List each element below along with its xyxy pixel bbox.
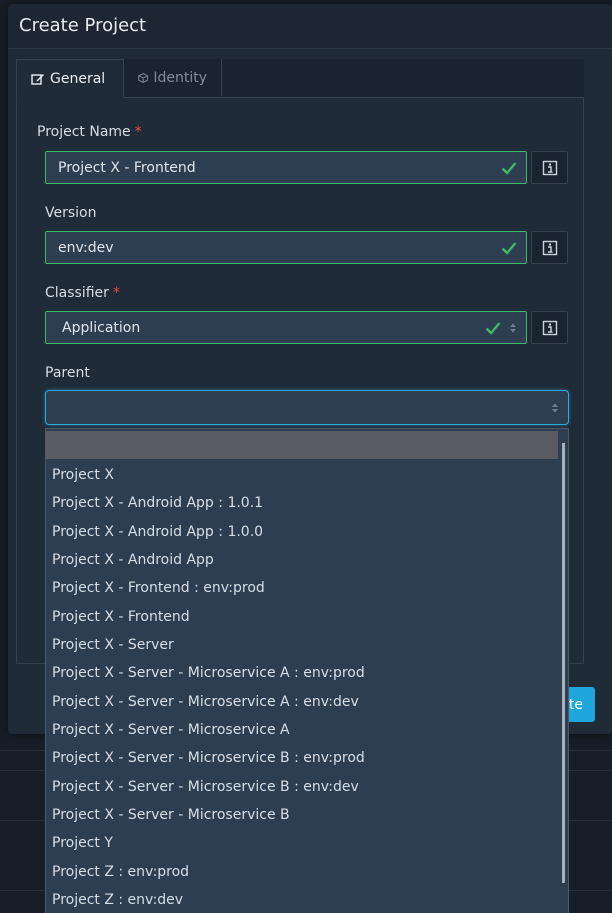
dropdown-option[interactable]: Project X - Frontend : env:prod (46, 574, 558, 602)
version-label: Version (45, 205, 96, 221)
info-icon (542, 160, 557, 175)
tab-general[interactable]: General (16, 59, 124, 98)
option-label: Project X - Server - Microservice B : en… (52, 779, 359, 795)
option-label: Project X - Server - Microservice B : en… (52, 750, 365, 766)
dropdown-option[interactable]: Project X - Server - Microservice B : en… (46, 744, 558, 772)
dropdown-option[interactable]: Project X - Server - Microservice A : en… (46, 659, 558, 687)
parent-select[interactable] (45, 390, 569, 425)
project-name-label: Project Name * (37, 124, 142, 140)
option-label: Project X (52, 467, 114, 483)
tab-identity-label: Identity (153, 69, 207, 86)
tab-general-label: General (50, 70, 106, 87)
version-info-button[interactable] (531, 231, 568, 264)
dropdown-option[interactable]: Project X - Android App : 1.0.0 (46, 518, 558, 546)
dropdown-option[interactable]: Project Y (46, 829, 558, 857)
version-value: env:dev (58, 240, 114, 256)
dropdown-option[interactable]: Project X - Frontend (46, 603, 558, 631)
dropdown-option[interactable]: Project X - Android App : 1.0.1 (46, 489, 558, 517)
option-label: Project X - Server - Microservice A : en… (52, 694, 359, 710)
option-label: Project X - Frontend (52, 609, 190, 625)
option-label: Project X - Server - Microservice A : en… (52, 665, 365, 681)
tab-identity[interactable]: Identity (124, 59, 222, 96)
dropdown-option[interactable]: Project Z : env:dev (46, 886, 558, 913)
classifier-label: Classifier * (45, 285, 120, 301)
edit-icon (31, 73, 44, 85)
dropdown-option[interactable]: Project X - Android App (46, 546, 558, 574)
option-label: Project Y (52, 835, 113, 851)
check-icon (501, 162, 517, 175)
sort-caret-icon (510, 323, 516, 333)
info-icon (542, 320, 557, 335)
option-label: Project X - Android App : 1.0.0 (52, 524, 264, 540)
project-name-label-text: Project Name (37, 124, 131, 140)
dropdown-option[interactable]: Project X (46, 461, 558, 489)
required-marker: * (112, 285, 120, 301)
tab-bar: General Identity (16, 59, 584, 98)
option-label: Project X - Android App (52, 552, 214, 568)
classifier-label-text: Classifier (45, 285, 109, 301)
dropdown-option-blank[interactable] (46, 431, 558, 459)
check-icon (485, 322, 501, 335)
option-label: Project Z : env:dev (52, 892, 184, 908)
option-label: Project Z : env:prod (52, 864, 190, 880)
cube-icon (138, 72, 149, 83)
parent-label-text: Parent (45, 365, 90, 381)
required-marker: * (134, 124, 142, 140)
dropdown-option[interactable]: Project X - Server - Microservice A (46, 716, 558, 744)
option-label: Project X - Server - Microservice B (52, 807, 290, 823)
dropdown-option[interactable]: Project X - Server - Microservice A : en… (46, 688, 558, 716)
classifier-info-button[interactable] (531, 311, 568, 344)
check-icon (501, 242, 517, 255)
dropdown-option[interactable]: Project Z : env:prod (46, 858, 558, 886)
project-name-value: Project X - Frontend (58, 160, 196, 176)
dropdown-scrollbar[interactable] (562, 443, 565, 883)
classifier-select[interactable]: Application (45, 311, 527, 344)
project-name-input[interactable]: Project X - Frontend (45, 151, 527, 184)
project-name-info-button[interactable] (531, 151, 568, 184)
dropdown-option[interactable]: Project X - Server - Microservice B (46, 801, 558, 829)
sort-caret-icon (552, 403, 558, 413)
option-label: Project X - Server - Microservice A (52, 722, 290, 738)
dropdown-option[interactable]: Project X - Server (46, 631, 558, 659)
option-label: Project X - Frontend : env:prod (52, 580, 265, 596)
parent-dropdown-list[interactable]: Project X Project X - Android App : 1.0.… (45, 428, 569, 913)
modal-header: Create Project (8, 4, 612, 49)
dropdown-option[interactable]: Project X - Server - Microservice B : en… (46, 773, 558, 801)
modal-title: Create Project (19, 15, 147, 36)
option-label: Project X - Server (52, 637, 174, 653)
option-label: Project X - Android App : 1.0.1 (52, 495, 264, 511)
classifier-value: Application (62, 320, 141, 336)
parent-label: Parent (45, 365, 90, 381)
info-icon (542, 240, 557, 255)
version-input[interactable]: env:dev (45, 231, 527, 264)
version-label-text: Version (45, 205, 97, 221)
create-button-label: te (568, 696, 583, 713)
